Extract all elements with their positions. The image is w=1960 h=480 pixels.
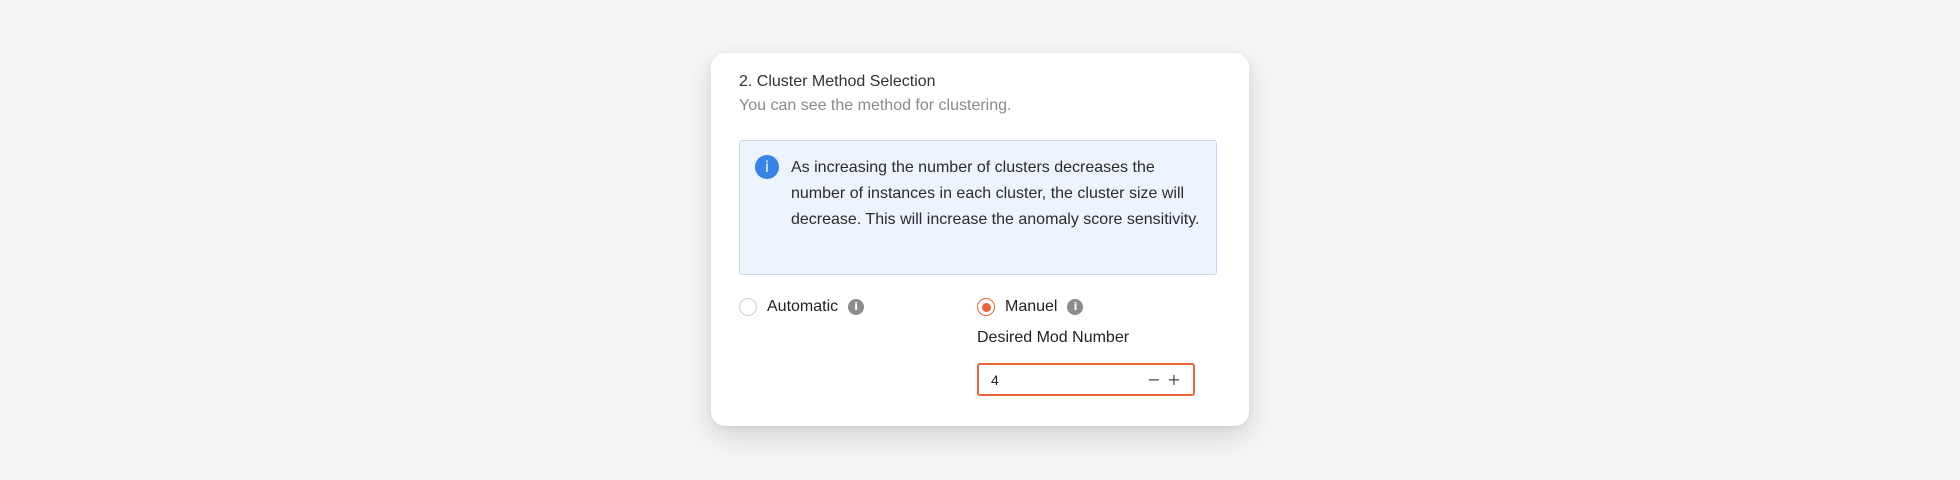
manual-radio[interactable]	[977, 298, 995, 316]
info-icon: i	[755, 155, 779, 179]
manual-label: Manuel	[1005, 298, 1058, 315]
automatic-radio[interactable]	[739, 298, 757, 316]
increment-button[interactable]: +	[1164, 368, 1184, 391]
automatic-help-icon[interactable]: i	[848, 299, 865, 315]
info-alert: i As increasing the number of clusters d…	[739, 140, 1217, 275]
decrement-button[interactable]: −	[1144, 368, 1164, 391]
mod-number-input[interactable]	[991, 365, 1131, 394]
mod-number-stepper: − +	[977, 363, 1195, 396]
automatic-label: Automatic	[767, 298, 839, 315]
manual-help-icon[interactable]: i	[1067, 299, 1084, 315]
mod-number-label: Desired Mod Number	[977, 329, 1130, 346]
section-title: 2. Cluster Method Selection	[739, 73, 936, 90]
cluster-method-card: 2. Cluster Method Selection You can see …	[711, 53, 1249, 426]
info-alert-text: As increasing the number of clusters dec…	[791, 159, 1200, 228]
section-subtitle: You can see the method for clustering.	[739, 97, 1012, 114]
radio-option-manual[interactable]: Manuel i	[977, 295, 1084, 319]
radio-option-automatic[interactable]: Automatic i	[739, 295, 865, 319]
